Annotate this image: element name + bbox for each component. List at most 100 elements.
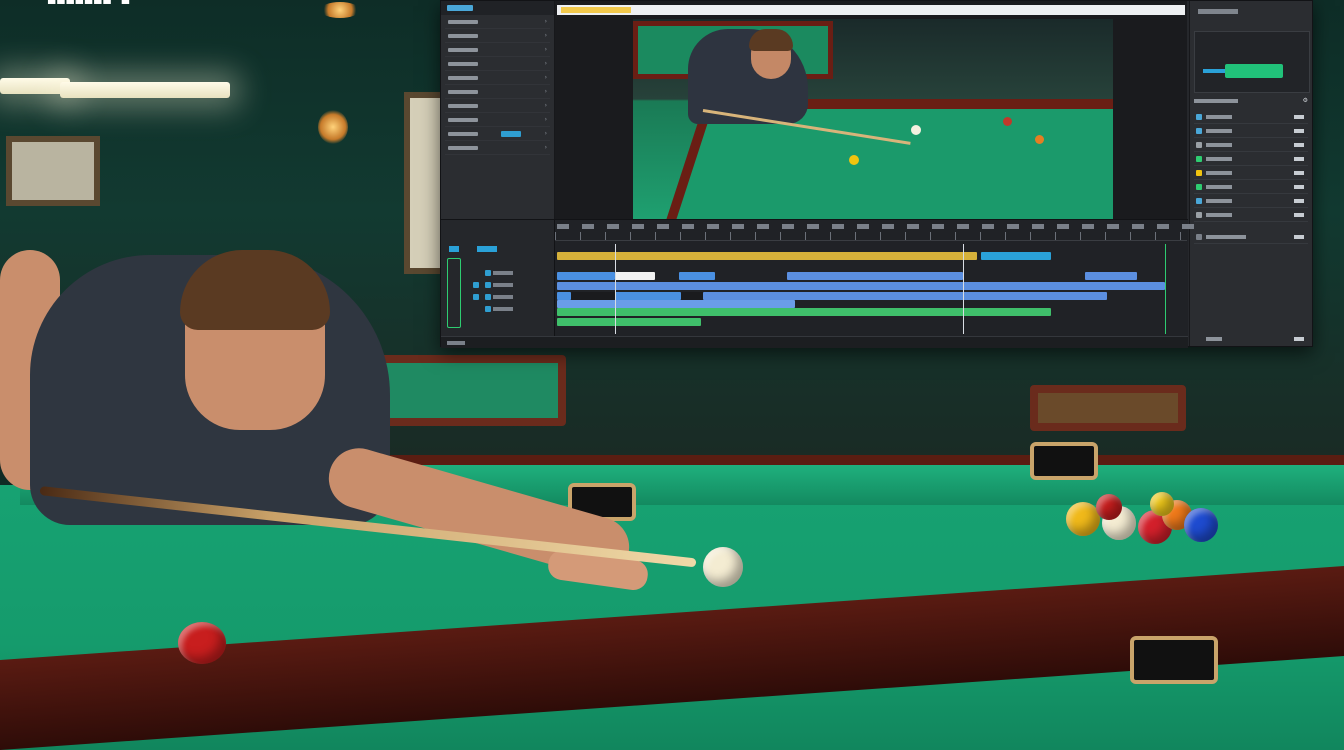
preview-player-hair (749, 29, 793, 51)
property-row[interactable] (1194, 195, 1308, 208)
ruler-tick-label (732, 224, 744, 229)
preview-orange-ball (1035, 135, 1044, 144)
ruler-tick (805, 232, 806, 240)
timeline-marker[interactable] (1165, 244, 1166, 334)
preview-yellow-ball (849, 155, 859, 165)
timeline-clip[interactable] (615, 272, 655, 280)
timeline-clip[interactable] (615, 292, 681, 300)
media-list-item[interactable]: › (445, 57, 550, 71)
ruler-tick (730, 232, 731, 240)
property-row[interactable] (1194, 231, 1308, 244)
timeline-clip[interactable] (557, 308, 1051, 316)
ruler-tick (855, 232, 856, 240)
media-browser-panel: › › › › › › › › › › (441, 1, 555, 219)
property-row[interactable] (1194, 111, 1308, 124)
chevron-right-icon: › (544, 74, 547, 81)
timeline-clip[interactable] (557, 272, 615, 280)
background-pool-table-right (1030, 385, 1186, 431)
timeline-clip[interactable] (681, 292, 703, 300)
ruler-tick (1080, 232, 1081, 240)
wall-picture-frame (6, 136, 100, 206)
timeline-clip[interactable] (679, 272, 715, 280)
blue-ball (1184, 508, 1218, 542)
wall-sconce-top (320, 2, 360, 18)
track-selection-bracket (447, 258, 461, 328)
timeline-clip[interactable] (557, 300, 795, 308)
media-list-item[interactable]: › (445, 43, 550, 57)
timeline-clip[interactable] (557, 318, 701, 326)
preview-red-ball (1003, 117, 1012, 126)
timeline-clip[interactable] (1085, 272, 1137, 280)
chevron-right-icon: › (544, 32, 547, 39)
ruler-tick-label (1132, 224, 1144, 229)
properties-header: ⚙ (1194, 97, 1308, 105)
export-button[interactable] (1225, 64, 1283, 78)
media-list-item[interactable]: › (445, 29, 550, 43)
timeline-ruler[interactable] (555, 224, 1194, 241)
ruler-tick-label (632, 224, 644, 229)
ruler-tick-label (607, 224, 619, 229)
export-preset-label (1203, 69, 1225, 73)
timeline-clip[interactable] (557, 292, 571, 300)
ruler-tick-label (1007, 224, 1019, 229)
timeline-clip[interactable] (981, 252, 1051, 260)
ruler-tick-label (807, 224, 819, 229)
timeline-clip[interactable] (557, 252, 977, 260)
media-list-item[interactable]: › (445, 141, 550, 155)
ruler-tick-label (582, 224, 594, 229)
inspector-title (1198, 9, 1238, 14)
property-row[interactable] (1194, 181, 1308, 194)
property-row[interactable] (1194, 167, 1308, 180)
media-tab-active[interactable] (447, 5, 473, 11)
timeline-clip[interactable] (787, 272, 963, 280)
media-list-item[interactable]: › (445, 71, 550, 85)
ruler-tick (1105, 232, 1106, 240)
ruler-tick (680, 232, 681, 240)
ruler-tick-label (1057, 224, 1069, 229)
ruler-tick-label (1182, 224, 1194, 229)
chevron-right-icon: › (544, 18, 547, 25)
ruler-tick (880, 232, 881, 240)
ruler-tick (780, 232, 781, 240)
media-list-item[interactable]: › (445, 85, 550, 99)
playhead[interactable] (615, 244, 616, 334)
timeline-clip[interactable] (557, 282, 1165, 290)
ruler-tick-label (882, 224, 894, 229)
ruler-tick-label (907, 224, 919, 229)
preview-viewer[interactable] (555, 1, 1187, 219)
preview-cue-ball (911, 125, 921, 135)
ruler-tick-label (1082, 224, 1094, 229)
red-ball-back (1096, 494, 1122, 520)
preview-video-frame[interactable] (633, 19, 1113, 219)
media-list-item[interactable]: › (445, 15, 550, 29)
property-row[interactable] (1194, 209, 1308, 222)
chevron-right-icon: › (544, 116, 547, 123)
ruler-tick-label (1157, 224, 1169, 229)
ruler-tick-label (932, 224, 944, 229)
ruler-tick-label (857, 224, 869, 229)
media-list-item[interactable]: › (445, 99, 550, 113)
settings-icon[interactable]: ⚙ (1303, 97, 1308, 105)
chevron-right-icon: › (544, 130, 547, 137)
export-box (1194, 31, 1310, 93)
ruler-tick (580, 232, 581, 240)
ruler-tick-label (832, 224, 844, 229)
ruler-tick (930, 232, 931, 240)
cue-ball (703, 547, 743, 587)
media-list-item-selected[interactable]: › (445, 127, 550, 141)
property-row[interactable] (1194, 125, 1308, 138)
media-list-item[interactable]: › (445, 113, 550, 127)
ruler-tick (630, 232, 631, 240)
ruler-tick (705, 232, 706, 240)
property-row[interactable] (1194, 153, 1308, 166)
ruler-tick (1005, 232, 1006, 240)
ruler-tick-label (1032, 224, 1044, 229)
yellow-ball-back (1150, 492, 1174, 516)
ruler-tick-label (982, 224, 994, 229)
chevron-right-icon: › (544, 88, 547, 95)
timeline-marker[interactable] (963, 244, 964, 334)
ruler-tick (1130, 232, 1131, 240)
timeline-clip[interactable] (571, 292, 615, 300)
timeline-clip[interactable] (703, 292, 1107, 300)
property-row[interactable] (1194, 139, 1308, 152)
